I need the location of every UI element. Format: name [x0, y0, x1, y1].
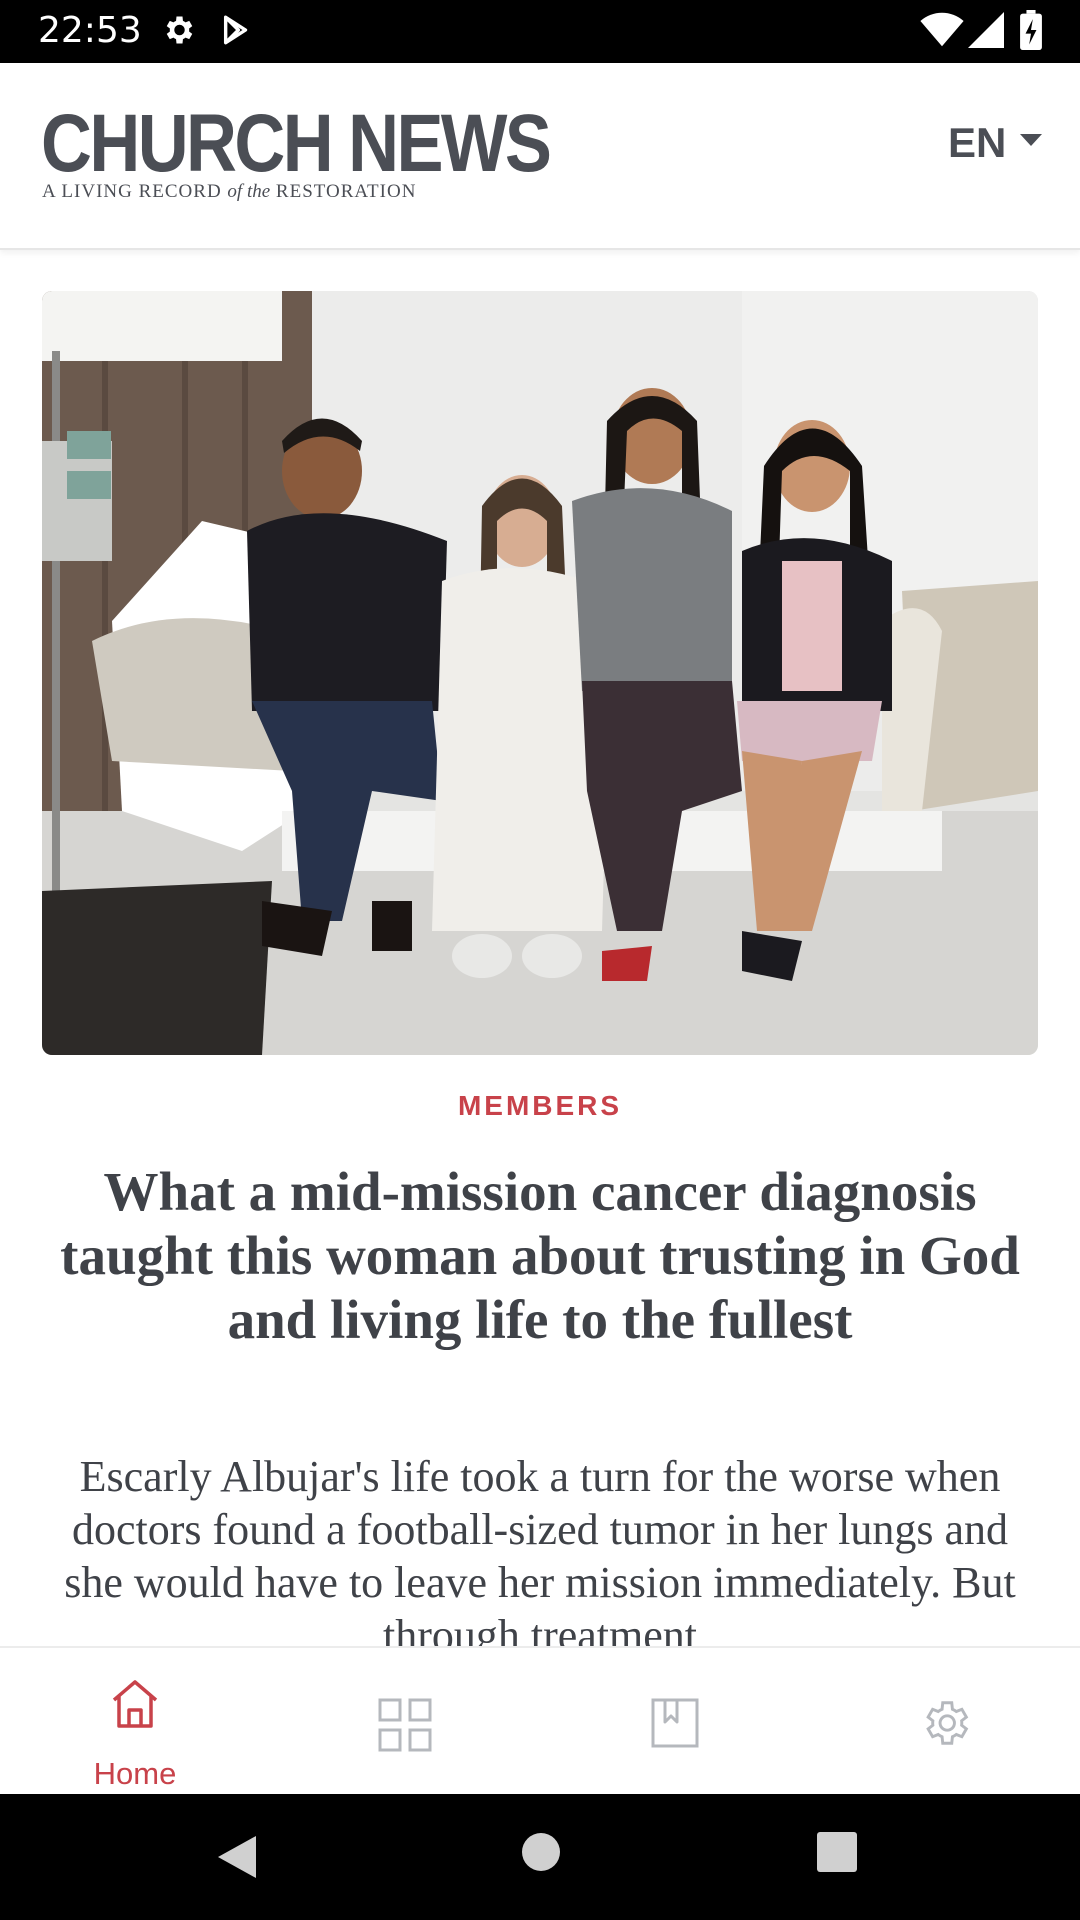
language-label: EN — [948, 119, 1007, 166]
gear-icon — [160, 12, 196, 48]
brand-logo-title[interactable]: CHURCH NEWS — [41, 99, 552, 189]
app-header: CHURCH NEWS A LIVING RECORD of the RESTO… — [0, 63, 1080, 250]
article-hero-image[interactable] — [42, 291, 1038, 1055]
nav-item-home-label: Home — [93, 1756, 177, 1791]
nav-item-home[interactable]: Home — [0, 1648, 270, 1796]
home-icon — [112, 1680, 158, 1728]
grid-icon — [378, 1698, 432, 1752]
nav-item-settings[interactable] — [810, 1648, 1080, 1796]
home-button-icon[interactable] — [521, 1832, 561, 1872]
bookmark-icon — [651, 1698, 699, 1748]
article-headline[interactable]: What a mid-mission cancer diagnosis taug… — [40, 1160, 1040, 1352]
bottom-navigation: Home — [0, 1646, 1080, 1796]
system-navigation-bar — [0, 1794, 1080, 1920]
back-icon[interactable] — [216, 1834, 258, 1880]
wifi-icon — [920, 12, 964, 48]
settings-icon — [926, 1701, 969, 1745]
article-summary[interactable]: Escarly Albujar's life took a turn for t… — [40, 1450, 1040, 1646]
language-selector[interactable]: EN — [948, 113, 1043, 173]
status-bar: 22:53 — [0, 0, 1080, 63]
battery-icon — [1020, 10, 1042, 50]
status-time: 22:53 — [38, 10, 142, 51]
recents-icon[interactable] — [817, 1832, 857, 1872]
play-store-icon — [220, 12, 254, 48]
nav-item-sections[interactable] — [270, 1648, 540, 1796]
caret-down-icon — [1020, 134, 1043, 146]
brand-tagline: A LIVING RECORD of the RESTORATION — [42, 181, 417, 202]
nav-item-saved[interactable] — [540, 1648, 810, 1796]
article-category[interactable]: MEMBERS — [0, 1090, 1080, 1122]
signal-icon — [968, 12, 1004, 48]
